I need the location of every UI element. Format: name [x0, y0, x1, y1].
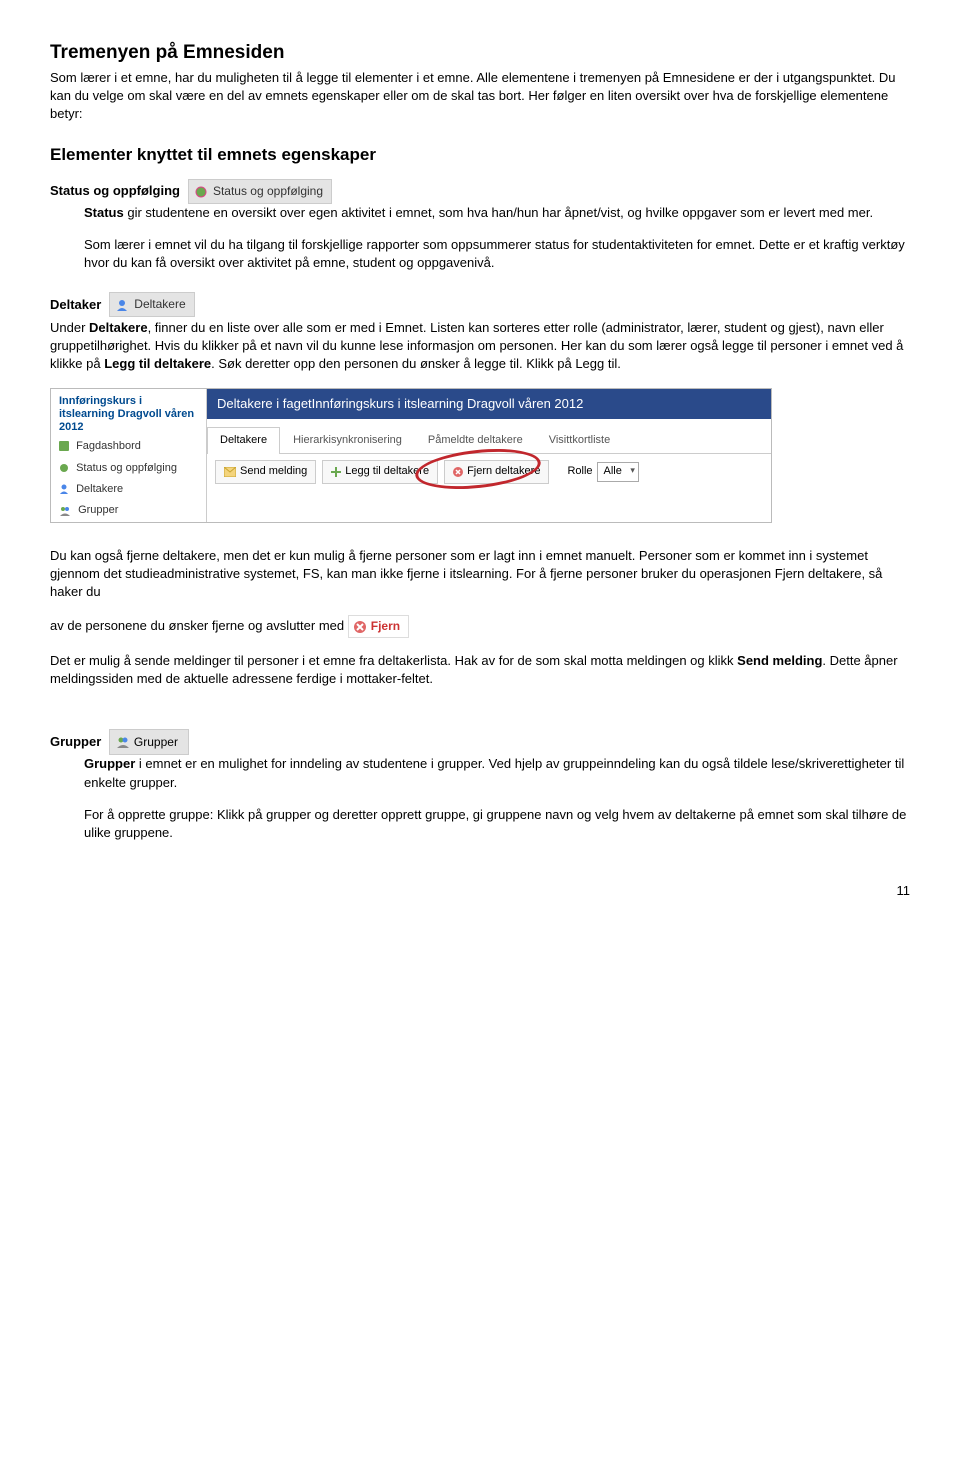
deltaker-chip-label: Deltakere — [134, 297, 185, 311]
status-icon — [195, 186, 207, 198]
deltaker-p1b: Deltakere — [89, 320, 148, 335]
plus-icon — [331, 467, 341, 477]
mail-icon — [224, 467, 236, 477]
status-chip: Status og oppfølging — [188, 179, 332, 204]
remove-icon — [453, 467, 463, 477]
tab-visittkort[interactable]: Visittkortliste — [536, 427, 624, 453]
add-label: Legg til deltakere — [345, 464, 429, 479]
sidebar-item-fagdashbord[interactable]: Fagdashbord — [51, 436, 206, 457]
dashboard-icon — [59, 441, 69, 451]
rolle-label: Rolle — [567, 464, 592, 479]
section-heading: Elementer knyttet til emnets egenskaper — [50, 143, 910, 167]
page-number: 11 — [50, 882, 910, 900]
rolle-filter: Rolle Alle — [567, 462, 638, 481]
tab-hierarki[interactable]: Hierarkisynkronisering — [280, 427, 415, 453]
fjern-paragraph-2: av de personene du ønsker fjerne og avsl… — [50, 615, 910, 638]
sidebar-item-deltakere[interactable]: Deltakere — [51, 479, 206, 500]
deltaker-p1a: Under — [50, 320, 89, 335]
fjern-paragraph-1: Du kan også fjerne deltakere, men det er… — [50, 547, 910, 602]
sidebar-item-status[interactable]: Status og oppfølging — [51, 458, 206, 479]
fjern-chip: Fjern — [348, 615, 409, 638]
ss-course-title: Innføringskurs i itslearning Dragvoll vå… — [51, 389, 206, 437]
fjern-p2-text: av de personene du ønsker fjerne og avsl… — [50, 618, 344, 633]
ss-side-3: Grupper — [78, 504, 118, 516]
deltaker-paragraph: Under Deltakere, finner du en liste over… — [50, 319, 910, 374]
status-icon — [59, 463, 69, 473]
remove-label: Fjern deltakere — [467, 464, 540, 479]
legg-til-deltakere-button[interactable]: Legg til deltakere — [322, 460, 438, 483]
status-p1-rest: gir studentene en oversikt over egen akt… — [124, 205, 873, 220]
page-title: Tremenyen på Emnesiden — [50, 40, 910, 67]
remove-icon — [353, 620, 367, 634]
deltaker-chip: Deltakere — [109, 292, 195, 317]
group-icon — [116, 736, 130, 748]
ss-side-2: Deltakere — [76, 483, 123, 495]
tab-pameldte[interactable]: Påmeldte deltakere — [415, 427, 536, 453]
fjern-p3a: Det er mulig å sende meldinger til perso… — [50, 653, 737, 668]
person-icon — [59, 484, 69, 494]
grupper-p1a: Grupper — [84, 756, 135, 771]
fjern-paragraph-3: Det er mulig å sende meldinger til perso… — [50, 652, 910, 688]
ss-sidebar: Innføringskurs i itslearning Dragvoll vå… — [51, 389, 207, 522]
status-chip-label: Status og oppfølging — [213, 184, 323, 198]
person-icon — [116, 299, 128, 311]
send-melding-button[interactable]: Send melding — [215, 460, 316, 483]
grupper-paragraph-2: For å opprette gruppe: Klikk på grupper … — [84, 806, 910, 842]
fjern-deltakere-button[interactable]: Fjern deltakere — [444, 460, 549, 483]
ss-tabs: Deltakere Hierarkisynkronisering Påmeldt… — [207, 419, 771, 454]
grupper-heading: Grupper — [50, 733, 101, 751]
status-bold: Status — [84, 205, 124, 220]
rolle-select[interactable]: Alle — [597, 462, 639, 481]
send-label: Send melding — [240, 464, 307, 479]
fjern-p3b: Send melding — [737, 653, 822, 668]
ss-bluebar: Deltakere i fagetInnføringskurs i itslea… — [207, 389, 771, 419]
tab-deltakere[interactable]: Deltakere — [207, 427, 280, 454]
deltaker-p1e: . Søk deretter opp den personen du ønske… — [211, 356, 621, 371]
grupper-chip-label: Grupper — [134, 734, 178, 751]
status-paragraph-2: Som lærer i emnet vil du ha tilgang til … — [84, 236, 910, 272]
intro-paragraph: Som lærer i et emne, har du muligheten t… — [50, 69, 910, 124]
ss-toolbar: Send melding Legg til deltakere Fjern de… — [207, 454, 771, 499]
ss-side-1: Status og oppfølging — [76, 462, 177, 474]
deltaker-heading: Deltaker — [50, 296, 101, 314]
ss-main: Deltakere i fagetInnføringskurs i itslea… — [207, 389, 771, 522]
group-icon — [59, 506, 71, 516]
fjern-chip-label: Fjern — [371, 618, 400, 635]
grupper-p1b: i emnet er en mulighet for inndeling av … — [84, 756, 904, 789]
deltakere-screenshot: Innføringskurs i itslearning Dragvoll vå… — [50, 388, 772, 523]
grupper-paragraph-1: Grupper i emnet er en mulighet for innde… — [84, 755, 910, 791]
sidebar-item-grupper[interactable]: Grupper — [51, 500, 206, 521]
status-paragraph-1: Status gir studentene en oversikt over e… — [84, 204, 910, 222]
status-heading: Status og oppfølging — [50, 182, 180, 200]
ss-side-0: Fagdashbord — [76, 440, 141, 452]
deltaker-p1d: Legg til deltakere — [104, 356, 211, 371]
grupper-chip: Grupper — [109, 729, 189, 756]
